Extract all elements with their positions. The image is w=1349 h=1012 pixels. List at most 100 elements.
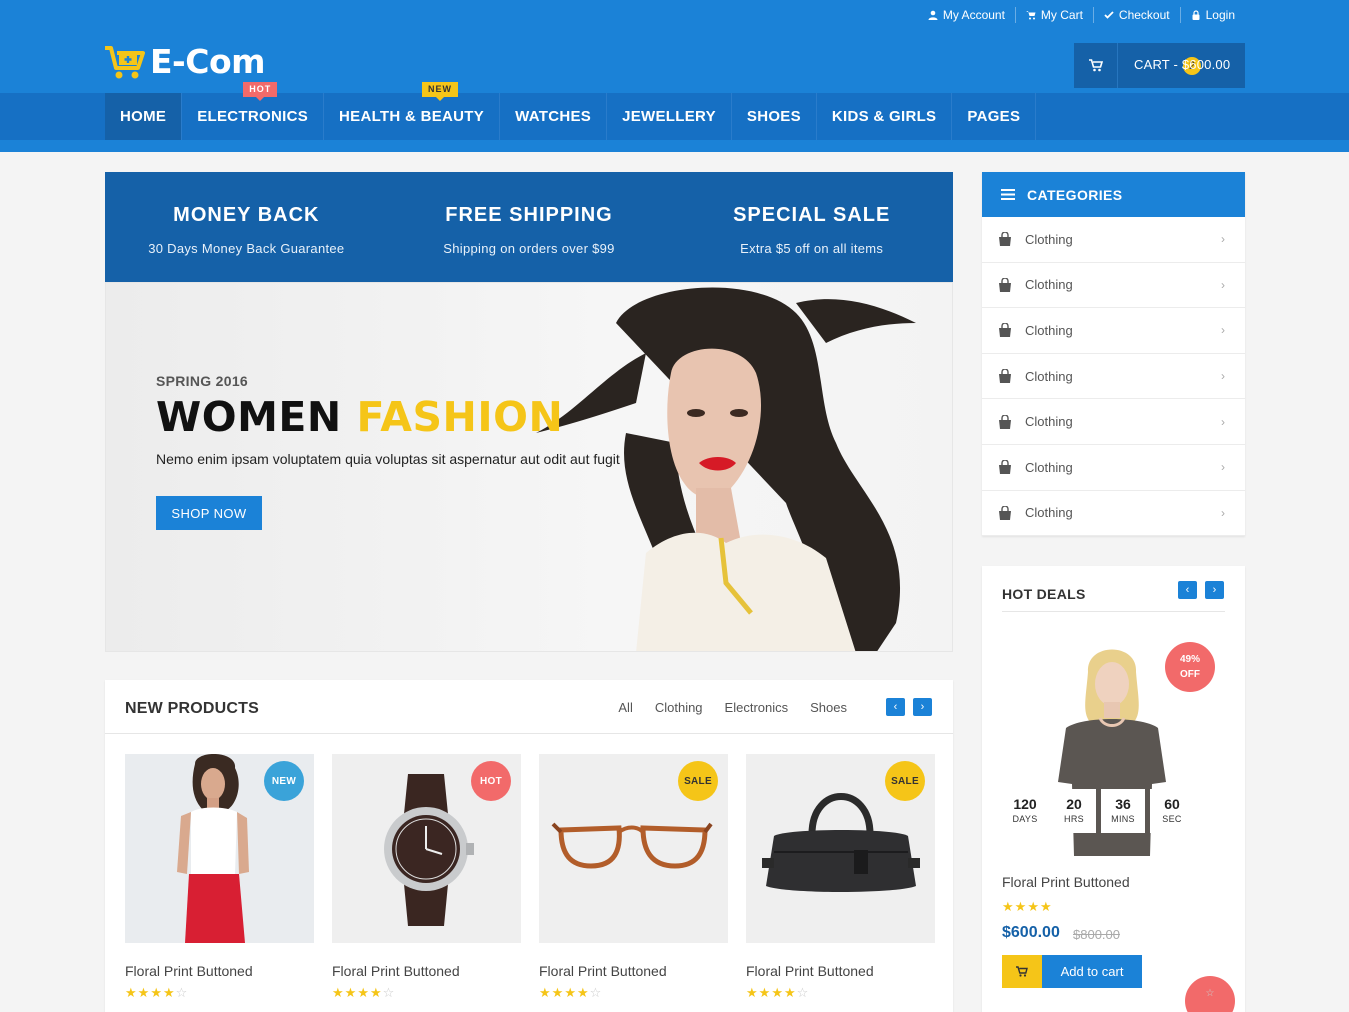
divider (105, 733, 953, 734)
feature-free-shipping: FREE SHIPPING Shipping on orders over $9… (443, 204, 615, 256)
category-item[interactable]: Clothing › (982, 263, 1245, 309)
divider (1002, 611, 1225, 612)
hero-description: Nemo enim ipsam voluptatem quia voluptas… (156, 451, 620, 467)
hero-headline: WOMEN FASHION (156, 393, 564, 441)
nav-health-beauty[interactable]: NEW HEALTH & BEAUTY (324, 82, 501, 140)
filter-shoes[interactable]: Shoes (810, 700, 847, 715)
timer-hours: 20 HRS (1052, 789, 1096, 833)
star-empty-icon: ☆ (382, 985, 395, 1000)
product-image[interactable]: SALE (746, 754, 935, 943)
shop-now-button[interactable]: SHOP NOW (156, 496, 262, 530)
nav-pages[interactable]: PAGES (952, 93, 1037, 140)
nav-home[interactable]: HOME (105, 93, 183, 140)
product-filters: All Clothing Electronics Shoes (596, 700, 847, 715)
product-name[interactable]: Floral Print Buttoned (746, 963, 935, 979)
product-card[interactable]: SALE Floral Print Buttoned ★ ★ ★ ★ ☆ (746, 754, 935, 999)
category-label: Clothing (1025, 414, 1073, 430)
products-next-button[interactable]: › (913, 698, 932, 716)
product-name[interactable]: Floral Print Buttoned (539, 963, 728, 979)
star-filled-icon: ★ (344, 985, 357, 1000)
star-empty-icon: ☆ (1185, 976, 1235, 1012)
category-label: Clothing (1025, 322, 1073, 338)
checkout-link[interactable]: Checkout (1092, 7, 1180, 23)
cart-button[interactable]: 2 CART - $600.00 (1074, 43, 1245, 88)
star-filled-icon: ★ (1002, 899, 1014, 914)
product-image[interactable]: NEW (125, 754, 314, 943)
filter-all[interactable]: All (618, 700, 632, 715)
hero-model-image (536, 287, 916, 651)
user-icon (928, 10, 938, 20)
product-name[interactable]: Floral Print Buttoned (125, 963, 314, 979)
star-filled-icon: ★ (771, 985, 783, 1000)
products-prev-button[interactable]: ‹ (886, 698, 905, 716)
star-filled-icon: ★ (576, 985, 589, 1000)
my-cart-link[interactable]: My Cart (1014, 7, 1093, 23)
hot-tag: HOT (243, 82, 278, 101)
product-card[interactable]: NEW Floral Print Buttoned ★ ★ ★ ★ ☆ (125, 754, 314, 999)
filter-clothing[interactable]: Clothing (655, 700, 703, 715)
new-badge: NEW (264, 761, 304, 801)
shopping-bag-icon (999, 323, 1011, 338)
product-image[interactable]: SALE (539, 754, 728, 943)
site-logo[interactable]: E-Com (105, 44, 266, 80)
star-filled-icon: ★ (1027, 899, 1039, 914)
login-link[interactable]: Login (1179, 7, 1245, 23)
star-rating: ★ ★ ★ ★ ☆ (332, 986, 521, 999)
product-card[interactable]: SALE Floral Print Buttoned ★ ★ ★ ★ ☆ (539, 754, 728, 999)
star-rating: ★ ★ ★ ★ ☆ (539, 986, 728, 999)
add-to-cart-button[interactable]: Add to cart (1002, 955, 1142, 988)
top-links: My Account My Cart Checkout Login (918, 7, 1245, 23)
category-item[interactable]: Clothing › (982, 217, 1245, 263)
star-rating: ★ ★ ★ ★ ☆ (1002, 899, 1235, 1012)
nav-shoes[interactable]: SHOES (732, 93, 817, 140)
hot-deal-product-name[interactable]: Floral Print Buttoned (1002, 874, 1130, 890)
features-strip: MONEY BACK 30 Days Money Back Guarantee … (105, 172, 953, 282)
chevron-left-icon: ‹ (893, 701, 898, 713)
chevron-right-icon: › (1212, 584, 1217, 596)
deals-prev-button[interactable]: ‹ (1178, 581, 1197, 599)
hot-deals-title: HOT DEALS (1002, 586, 1086, 602)
star-empty-icon: ☆ (796, 985, 809, 1000)
nav-watches[interactable]: WATCHES (500, 93, 608, 140)
chevron-right-icon: › (1221, 369, 1225, 384)
category-item[interactable]: Clothing › (982, 308, 1245, 354)
product-name[interactable]: Floral Print Buttoned (332, 963, 521, 979)
nav-kids-girls[interactable]: KIDS & GIRLS (817, 93, 953, 140)
lock-icon (1192, 10, 1200, 20)
star-filled-icon: ★ (783, 985, 796, 1000)
star-rating: ★ ★ ★ ★ ☆ (125, 986, 314, 999)
site-header: My Account My Cart Checkout Login E-Com … (0, 0, 1349, 152)
star-filled-icon: ★ (564, 985, 576, 1000)
chevron-left-icon: ‹ (1185, 584, 1190, 596)
nav-jewellery[interactable]: JEWELLERY (607, 93, 732, 140)
category-label: Clothing (1025, 231, 1073, 247)
category-item[interactable]: Clothing › (982, 354, 1245, 400)
star-empty-icon: ☆ (589, 985, 602, 1000)
chevron-right-icon: › (1221, 323, 1225, 338)
sale-badge: SALE (885, 761, 925, 801)
category-item[interactable]: Clothing › (982, 445, 1245, 491)
product-card[interactable]: HOT Floral Print Buttoned ★ ★ ★ ★ ☆ (332, 754, 521, 999)
star-filled-icon: ★ (357, 985, 369, 1000)
cart-total: CART - $600.00 (1134, 57, 1231, 72)
star-filled-icon: ★ (746, 985, 758, 1000)
chevron-right-icon: › (1221, 505, 1225, 520)
my-account-link[interactable]: My Account (918, 7, 1015, 23)
star-filled-icon: ★ (125, 985, 137, 1000)
category-label: Clothing (1025, 368, 1073, 384)
nav-electronics[interactable]: HOT ELECTRONICS (182, 82, 325, 140)
countdown-timer: 120 DAYS 20 HRS 36 MINS 60 SEC (1003, 789, 1199, 833)
star-filled-icon: ★ (162, 985, 175, 1000)
deals-next-button[interactable]: › (1205, 581, 1224, 599)
category-item[interactable]: Clothing › (982, 491, 1245, 537)
category-item[interactable]: Clothing › (982, 399, 1245, 445)
filter-electronics[interactable]: Electronics (725, 700, 789, 715)
discount-badge: 49% OFF (1165, 642, 1215, 692)
star-filled-icon: ★ (137, 985, 150, 1000)
product-image[interactable]: HOT (332, 754, 521, 943)
main-nav-bar: HOME HOT ELECTRONICS NEW HEALTH & BEAUTY… (0, 82, 1349, 140)
menu-icon (1001, 189, 1015, 200)
star-filled-icon: ★ (369, 985, 382, 1000)
hero-banner: SPRING 2016 WOMEN FASHION Nemo enim ipsa… (105, 282, 953, 652)
category-label: Clothing (1025, 459, 1073, 475)
